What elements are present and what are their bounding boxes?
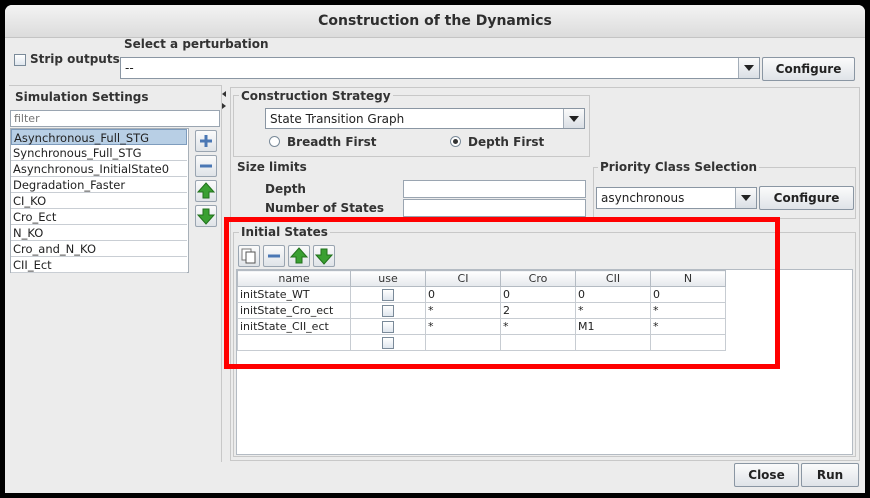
strategy-select[interactable]: State Transition Graph — [265, 108, 585, 129]
strategy-select-value: State Transition Graph — [270, 112, 405, 126]
strip-outputs-checkbox[interactable] — [14, 54, 26, 66]
settings-list-item[interactable]: Asynchronous_InitialState0 — [11, 161, 187, 177]
settings-list-item[interactable]: Asynchronous_Full_STG — [11, 129, 187, 145]
window-title: Construction of the Dynamics — [5, 5, 865, 38]
size-limits-label: Size limits — [237, 160, 307, 174]
settings-list-item[interactable]: Cro_Ect — [11, 209, 187, 225]
settings-list-item[interactable]: CI_KO — [11, 193, 187, 209]
move-setting-down-button[interactable] — [195, 205, 217, 227]
priority-configure-button[interactable]: Configure — [759, 186, 854, 210]
settings-list-item[interactable]: CII_Ect — [11, 257, 187, 273]
priority-select[interactable]: asynchronous — [596, 187, 757, 209]
run-button[interactable]: Run — [801, 463, 859, 487]
construction-strategy-label: Construction Strategy — [239, 89, 393, 103]
strip-outputs-label: Strip outputs — [30, 52, 120, 66]
perturbation-select-value: -- — [125, 61, 134, 75]
depth-first-radio[interactable] — [450, 136, 461, 147]
simulation-settings-list[interactable]: Asynchronous_Full_STG Synchronous_Full_ST… — [10, 128, 189, 273]
chevron-down-icon[interactable] — [735, 188, 756, 208]
settings-list-item[interactable]: Synchronous_Full_STG — [11, 145, 187, 161]
depth-input[interactable] — [403, 180, 586, 198]
breadth-first-label: Breadth First — [287, 135, 377, 149]
minus-icon — [200, 164, 212, 168]
depth-first-label: Depth First — [468, 135, 545, 149]
simulation-settings-header: Simulation Settings — [15, 90, 149, 104]
highlight-box — [224, 217, 780, 369]
perturbation-section-label: Select a perturbation — [124, 37, 269, 51]
move-setting-up-button[interactable] — [195, 180, 217, 202]
settings-list-item[interactable]: Degradation_Faster — [11, 177, 187, 193]
breadth-first-radio[interactable] — [269, 136, 280, 147]
perturbation-select[interactable]: -- — [120, 57, 760, 79]
run-button-label: Run — [816, 468, 844, 482]
perturbation-configure-button[interactable]: Configure — [762, 57, 855, 81]
chevron-down-icon[interactable] — [563, 109, 584, 128]
chevron-down-icon[interactable] — [738, 58, 759, 78]
number-of-states-input[interactable] — [403, 199, 586, 217]
add-setting-button[interactable] — [195, 130, 217, 152]
collapse-arrows-icon — [222, 91, 226, 109]
settings-list-item[interactable]: Cro_and_N_KO — [11, 241, 187, 257]
priority-select-value: asynchronous — [601, 191, 685, 205]
depth-label: Depth — [265, 182, 306, 196]
priority-class-label: Priority Class Selection — [598, 160, 760, 174]
close-button[interactable]: Close — [734, 463, 799, 487]
plus-icon — [200, 135, 212, 147]
arrow-up-icon — [196, 182, 216, 199]
number-of-states-label: Number of States — [265, 201, 385, 215]
settings-filter-input[interactable] — [10, 110, 220, 127]
settings-list-item[interactable]: N_KO — [11, 225, 187, 241]
remove-setting-button[interactable] — [195, 155, 217, 177]
arrow-down-icon — [196, 208, 216, 225]
